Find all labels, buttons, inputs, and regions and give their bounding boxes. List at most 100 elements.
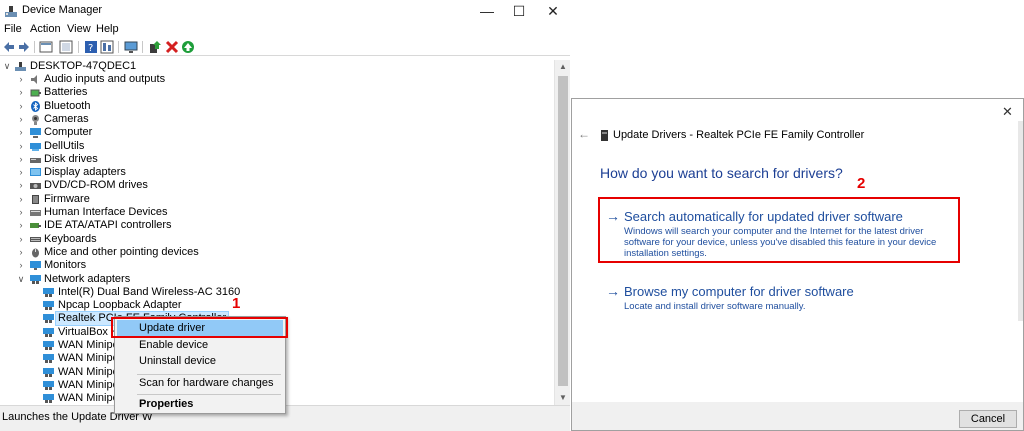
chevron-right-icon[interactable]: › [16, 219, 26, 232]
dvd-drive-icon [30, 183, 41, 190]
tree-item-audio[interactable]: › Audio inputs and outputs [0, 73, 300, 86]
tree-scrollbar[interactable]: ▲ ▼ [554, 60, 570, 405]
computer-icon [30, 128, 41, 139]
chevron-right-icon[interactable]: › [16, 233, 26, 246]
chevron-right-icon[interactable]: › [16, 206, 26, 219]
maximize-button[interactable]: ☐ [502, 0, 536, 22]
dialog-footer: Cancel [572, 402, 1023, 430]
forward-arrow-icon[interactable] [17, 40, 31, 54]
tree-item-label: Mice and other pointing devices [44, 245, 199, 258]
chevron-right-icon[interactable]: › [16, 246, 26, 259]
dialog-close-button[interactable]: ✕ [1002, 104, 1013, 120]
minimize-button[interactable]: — [470, 0, 504, 22]
menu-item-scan-hardware[interactable]: Scan for hardware changes [117, 375, 283, 392]
scroll-down-arrow-icon[interactable]: ▼ [555, 391, 570, 405]
menu-view[interactable]: View [67, 23, 91, 35]
chevron-right-icon[interactable]: › [16, 86, 26, 99]
tree-item-monitors[interactable]: › Monitors [0, 259, 300, 272]
tree-item-label: Monitors [44, 259, 87, 272]
menu-action[interactable]: Action [30, 23, 61, 35]
tree-item-computer[interactable]: › Computer [0, 126, 300, 139]
tree-item-dellutils[interactable]: › DellUtils [0, 140, 300, 153]
tree-root[interactable]: ∨ DESKTOP-47QDEC1 [0, 60, 200, 73]
option-title: Browse my computer for driver software [624, 284, 854, 299]
chevron-right-icon[interactable]: › [16, 113, 26, 126]
update-drivers-dialog: ✕ ← Update Drivers - Realtek PCIe FE Fam… [571, 98, 1024, 431]
enable-device-icon[interactable] [181, 40, 195, 54]
tree-item-label: Computer [44, 126, 93, 139]
tree-item-hid[interactable]: › Human Interface Devices [0, 206, 300, 219]
tree-item-bluetooth[interactable]: › Bluetooth [0, 100, 300, 113]
tree-item-label: Intel(R) Dual Band Wireless-AC 3160 [58, 285, 241, 298]
tree-item-label: Bluetooth [44, 99, 91, 112]
uninstall-x-icon[interactable] [165, 40, 179, 54]
cancel-button[interactable]: Cancel [959, 410, 1017, 428]
chevron-right-icon[interactable]: › [16, 140, 26, 153]
device-manager-icon [5, 6, 17, 17]
tree-item-dvd[interactable]: › DVD/CD-ROM drives [0, 179, 300, 192]
menu-item-enable-device[interactable]: Enable device [117, 337, 283, 354]
mouse-icon [32, 248, 39, 258]
tree-item-network-adapters[interactable]: ∨ Network adapters [0, 273, 300, 286]
view-icon[interactable] [39, 40, 53, 54]
scroll-thumb[interactable] [558, 76, 568, 386]
resources-icon[interactable] [100, 40, 114, 54]
menu-item-properties[interactable]: Properties [117, 396, 283, 413]
tree-item-label: IDE ATA/ATAPI controllers [44, 219, 172, 232]
scroll-up-arrow-icon[interactable]: ▲ [555, 60, 570, 74]
tree-item-disk[interactable]: › Disk drives [0, 153, 300, 166]
browse-computer-option[interactable]: → Browse my computer for driver software… [606, 283, 954, 314]
chevron-right-icon[interactable]: › [16, 153, 26, 166]
tree-item-ide[interactable]: › IDE ATA/ATAPI controllers [0, 219, 300, 232]
menu-bar: File Action View Help [0, 22, 570, 38]
menu-help[interactable]: Help [96, 23, 119, 35]
camera-icon [32, 114, 39, 125]
hid-keyboard-icon [30, 210, 41, 216]
help-icon[interactable]: ? [84, 40, 98, 54]
chevron-right-icon[interactable]: › [16, 259, 26, 272]
chevron-right-icon[interactable]: › [16, 179, 26, 192]
tree-item-label: DVD/CD-ROM drives [44, 179, 148, 192]
update-driver-icon[interactable] [148, 40, 162, 54]
chevron-down-icon[interactable]: ∨ [16, 273, 26, 286]
chevron-right-icon[interactable]: › [16, 100, 26, 113]
keyboard-icon [30, 236, 41, 242]
network-adapter-icon [43, 287, 54, 297]
tree-item-label: Cameras [44, 112, 89, 125]
menu-item-uninstall-device[interactable]: Uninstall device [117, 353, 283, 370]
chevron-right-icon[interactable]: › [16, 166, 26, 179]
back-arrow-icon[interactable]: ← [578, 127, 590, 141]
network-adapter-icon [43, 314, 54, 324]
tree-item-keyboards[interactable]: › Keyboards [0, 233, 300, 246]
tree-item-cameras[interactable]: › Cameras [0, 113, 300, 126]
adapter-npcap-loopback[interactable]: Npcap Loopback Adapter [0, 299, 300, 312]
close-button[interactable]: ✕ [536, 0, 570, 22]
tree-item-label: Firmware [44, 192, 90, 205]
ide-controller-icon [30, 223, 41, 229]
chevron-right-icon[interactable]: › [16, 193, 26, 206]
monitor-icon[interactable] [124, 40, 138, 54]
title-bar: Device Manager — ☐ ✕ [0, 0, 570, 22]
tree-item-firmware[interactable]: › Firmware [0, 193, 300, 206]
step-1-label: 1 [232, 295, 241, 312]
dialog-scrollbar[interactable] [1018, 121, 1023, 321]
tree-item-display[interactable]: › Display adapters [0, 166, 300, 179]
monitor-tree-icon [30, 261, 41, 271]
tree-item-mice[interactable]: › Mice and other pointing devices [0, 246, 300, 259]
menu-file[interactable]: File [4, 23, 22, 35]
network-adapter-icon [43, 354, 54, 364]
network-adapter-icon [30, 274, 41, 284]
firmware-chip-icon [32, 194, 39, 204]
adapter-intel-wireless[interactable]: Intel(R) Dual Band Wireless-AC 3160 [0, 286, 300, 299]
tree-item-batteries[interactable]: › Batteries [0, 86, 300, 99]
chevron-right-icon[interactable]: › [16, 126, 26, 139]
network-adapter-icon [43, 301, 54, 311]
network-adapter-icon [43, 327, 54, 337]
device-folder-icon [30, 142, 41, 151]
network-adapter-icon [43, 394, 54, 404]
chevron-right-icon[interactable]: › [16, 73, 26, 86]
chevron-down-icon[interactable]: ∨ [2, 60, 12, 73]
properties-sheet-icon[interactable] [59, 40, 73, 54]
network-adapter-icon [43, 367, 54, 377]
back-arrow-icon[interactable] [2, 40, 16, 54]
